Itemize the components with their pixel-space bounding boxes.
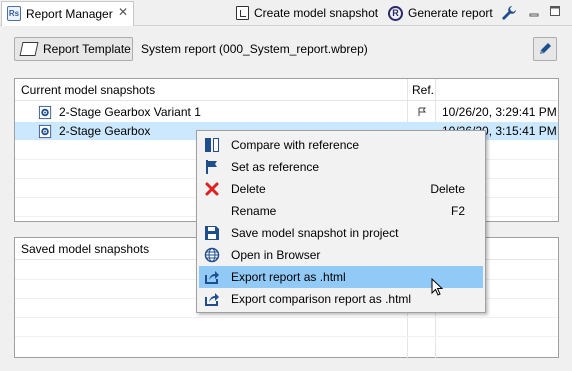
report-manager-icon: Rs xyxy=(7,6,21,21)
menu-item-compare-with-reference[interactable]: Compare with reference xyxy=(199,134,483,156)
export-icon xyxy=(205,293,219,306)
maximize-icon[interactable] xyxy=(549,5,561,17)
mouse-cursor-icon xyxy=(431,278,444,296)
menu-item-label: Set as reference xyxy=(231,160,320,174)
snapshot-name: 2-Stage Gearbox Variant 1 xyxy=(59,105,201,119)
create-snapshot-label: Create model snapshot xyxy=(254,6,379,20)
report-icon: R xyxy=(388,5,403,21)
globe-icon xyxy=(204,247,220,263)
compare-icon xyxy=(205,138,219,152)
flag-icon xyxy=(206,160,217,174)
menu-item-rename[interactable]: Rename F2 xyxy=(199,200,483,222)
menu-item-label: Compare with reference xyxy=(231,138,360,152)
row-separator xyxy=(15,317,558,318)
generate-report-button[interactable]: R Generate report xyxy=(388,2,493,24)
snapshot-icon xyxy=(236,6,249,20)
row-separator xyxy=(15,336,558,337)
menu-item-shortcut: F2 xyxy=(450,204,465,218)
column-header-name[interactable]: Current model snapshots xyxy=(21,83,155,97)
menu-item-delete[interactable]: Delete Delete xyxy=(199,178,483,200)
minimize-icon[interactable] xyxy=(528,6,540,18)
model-snapshot-icon xyxy=(38,105,52,120)
close-icon[interactable]: ✕ xyxy=(118,5,128,19)
delete-icon xyxy=(205,182,219,196)
menu-item-label: Rename xyxy=(231,204,277,218)
tab-report-manager[interactable]: Rs Report Manager ✕ xyxy=(1,1,134,26)
column-header-ref[interactable]: Ref. xyxy=(412,83,434,97)
snapshot-name: 2-Stage Gearbox xyxy=(59,124,151,138)
menu-item-save-snapshot[interactable]: Save model snapshot in project xyxy=(199,222,483,244)
system-report-text: System report (000_System_report.wbrep) xyxy=(141,42,368,56)
export-icon xyxy=(205,271,219,284)
pencil-icon xyxy=(540,43,551,54)
menu-item-label: Export report as .html xyxy=(231,270,346,284)
report-template-label: Report Template xyxy=(43,42,131,56)
menu-item-label: Open in Browser xyxy=(231,248,321,262)
generate-report-label: Generate report xyxy=(408,6,493,20)
menu-item-shortcut: Delete xyxy=(430,182,465,196)
menu-item-open-in-browser[interactable]: Open in Browser xyxy=(199,244,483,266)
template-icon xyxy=(19,42,39,56)
table-header: Current model snapshots Ref. xyxy=(15,79,558,101)
menu-item-label: Export comparison report as .html xyxy=(231,292,412,306)
flag-icon xyxy=(418,107,426,116)
snapshot-date: 10/26/20, 3:29:41 PM xyxy=(442,105,557,119)
menu-item-set-as-reference[interactable]: Set as reference xyxy=(199,156,483,178)
create-snapshot-button[interactable]: Create model snapshot xyxy=(236,2,378,24)
column-header-saved[interactable]: Saved model snapshots xyxy=(21,242,149,256)
report-template-button[interactable]: Report Template xyxy=(14,37,133,61)
model-snapshot-icon xyxy=(38,124,52,139)
menu-item-label: Delete xyxy=(231,182,266,196)
edit-button[interactable] xyxy=(533,37,557,61)
save-icon xyxy=(205,226,219,240)
table-row[interactable]: 2-Stage Gearbox Variant 1 10/26/20, 3:29… xyxy=(15,103,558,121)
menu-item-label: Save model snapshot in project xyxy=(231,226,399,240)
wrench-icon[interactable] xyxy=(500,4,518,22)
tab-title: Report Manager xyxy=(26,7,113,21)
